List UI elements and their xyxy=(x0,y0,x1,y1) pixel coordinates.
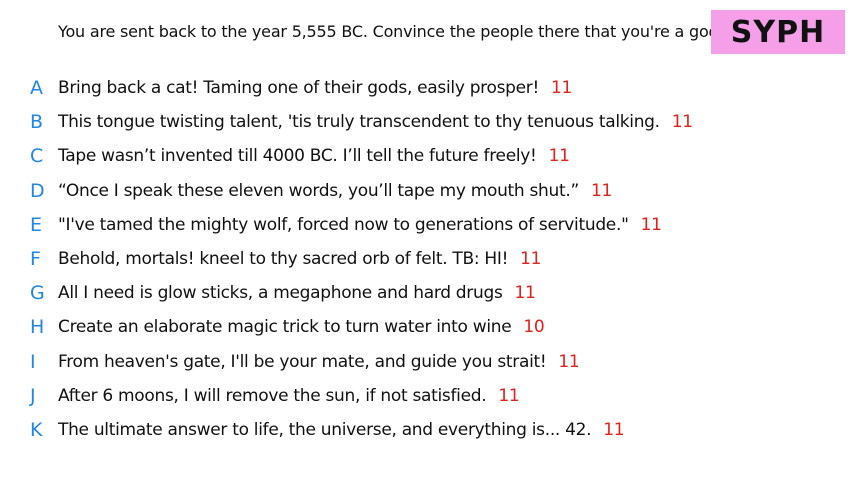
question-prompt: You are sent back to the year 5,555 BC. … xyxy=(58,22,724,41)
answer-text: This tongue twisting talent, 'tis truly … xyxy=(58,112,660,133)
answer-text: All I need is glow sticks, a megaphone a… xyxy=(58,283,503,304)
answer-row-h: H Create an elaborate magic trick to tur… xyxy=(0,310,853,344)
answer-text: After 6 moons, I will remove the sun, if… xyxy=(58,385,487,406)
answer-text: From heaven's gate, I'll be your mate, a… xyxy=(58,351,547,372)
answer-text: Create an elaborate magic trick to turn … xyxy=(58,317,512,338)
answer-letter: C xyxy=(30,145,44,168)
player-badge: SYPH xyxy=(711,10,845,54)
answer-letter: I xyxy=(30,350,36,373)
answer-row-b: B This tongue twisting talent, 'tis trul… xyxy=(0,105,853,139)
answer-score: 11 xyxy=(603,419,625,440)
answer-list: A Bring back a cat! Taming one of their … xyxy=(0,71,853,447)
answer-row-a: A Bring back a cat! Taming one of their … xyxy=(0,71,853,105)
answer-score: 11 xyxy=(514,283,536,304)
answer-score: 11 xyxy=(520,248,542,269)
answer-letter: K xyxy=(30,418,43,441)
answer-score: 11 xyxy=(590,180,613,201)
answer-score: 11 xyxy=(671,112,693,133)
answer-score: 11 xyxy=(498,385,520,406)
answer-letter: E xyxy=(30,213,43,236)
answer-letter: F xyxy=(30,247,41,270)
answer-row-k: K The ultimate answer to life, the unive… xyxy=(0,413,853,447)
answer-score: 11 xyxy=(548,146,570,167)
answer-row-c: C Tape wasn’t invented till 4000 BC. I’l… xyxy=(0,139,853,173)
answer-row-f: F Behold, mortals! kneel to thy sacred o… xyxy=(0,242,853,276)
answer-row-i: I From heaven's gate, I'll be your mate,… xyxy=(0,345,853,379)
answer-score: 10 xyxy=(523,317,545,338)
answer-row-e: E "I've tamed the mighty wolf, forced no… xyxy=(0,208,853,242)
answer-text: "I've tamed the mighty wolf, forced now … xyxy=(58,214,629,235)
answer-text: Behold, mortals! kneel to thy sacred orb… xyxy=(58,248,509,269)
answer-row-d: D “Once I speak these eleven words, you’… xyxy=(0,174,853,208)
answer-letter: D xyxy=(30,179,45,202)
answer-row-g: G All I need is glow sticks, a megaphone… xyxy=(0,276,853,310)
answer-letter: J xyxy=(30,384,36,407)
answer-letter: G xyxy=(30,282,45,305)
answer-score: 11 xyxy=(558,351,580,372)
answer-text: The ultimate answer to life, the univers… xyxy=(58,419,592,440)
answer-score: 11 xyxy=(551,78,573,98)
answer-text: Tape wasn’t invented till 4000 BC. I’ll … xyxy=(58,146,537,167)
answer-text: “Once I speak these eleven words, you’ll… xyxy=(58,180,579,201)
answer-text: Bring back a cat! Taming one of their go… xyxy=(58,78,540,98)
answer-letter: A xyxy=(30,77,43,99)
answer-row-j: J After 6 moons, I will remove the sun, … xyxy=(0,379,853,413)
answer-score: 11 xyxy=(640,214,662,235)
answer-letter: H xyxy=(30,316,45,339)
answer-letter: B xyxy=(30,111,44,134)
